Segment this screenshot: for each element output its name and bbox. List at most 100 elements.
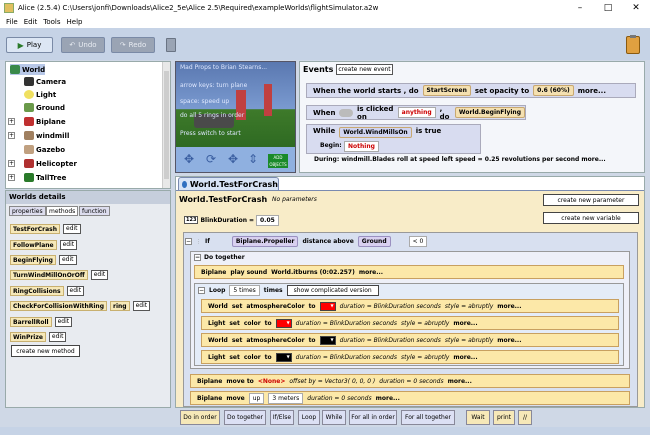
- method-item[interactable]: BeginFlying: [10, 254, 56, 265]
- for-all-in-order-button[interactable]: For all in order: [349, 410, 397, 425]
- show-complicated-button[interactable]: show complicated version: [286, 285, 379, 296]
- collapse-icon[interactable]: −: [198, 287, 205, 294]
- play-button[interactable]: ▶ Play: [6, 37, 53, 53]
- event-nothing[interactable]: Nothing: [344, 141, 379, 152]
- more-button[interactable]: more...: [578, 87, 606, 95]
- method-item[interactable]: FollowPlane: [10, 239, 57, 250]
- event-clicked[interactable]: When is clicked on anything , do World.B…: [306, 105, 526, 121]
- more-button[interactable]: more...: [453, 320, 477, 327]
- method-item[interactable]: CheckForCollisionWithRing: [10, 300, 108, 311]
- tree-item-light[interactable]: Light: [24, 89, 56, 100]
- tree-item-biplane[interactable]: Biplane: [24, 116, 66, 127]
- for-all-together-button[interactable]: For all together: [401, 410, 455, 425]
- menu-help[interactable]: Help: [67, 18, 83, 26]
- do-in-order-button[interactable]: Do in order: [180, 410, 220, 425]
- more-button[interactable]: more...: [359, 269, 383, 276]
- create-new-variable-button[interactable]: create new variable: [543, 212, 639, 224]
- event-world-starts[interactable]: When the world starts , do StartScreen s…: [306, 83, 636, 98]
- event-condition[interactable]: World.WindMillsOn: [339, 127, 412, 138]
- wait-button[interactable]: Wait: [466, 410, 490, 425]
- tree-item-ground[interactable]: Ground: [24, 102, 65, 113]
- menu-tools[interactable]: Tools: [43, 18, 60, 26]
- method-item[interactable]: TestForCrash: [10, 223, 60, 234]
- drag-handle-icon[interactable]: ⋮: [196, 239, 201, 245]
- tree-item-camera[interactable]: Camera: [24, 76, 66, 87]
- tree-item-gazebo[interactable]: Gazebo: [24, 144, 65, 155]
- clipboard-icon[interactable]: [626, 35, 640, 54]
- comment-button[interactable]: //: [518, 410, 532, 425]
- tree-scrollbar[interactable]: [162, 62, 170, 188]
- collapse-icon[interactable]: −: [185, 238, 192, 245]
- loop-block[interactable]: − Loop 5 times times show complicated ve…: [194, 283, 624, 366]
- do-together-button[interactable]: Do together: [224, 410, 266, 425]
- variable-row[interactable]: 123 BlinkDuration = 0.05: [184, 214, 279, 226]
- expand-icon[interactable]: +: [8, 118, 15, 125]
- tree-item-world[interactable]: World: [10, 64, 46, 75]
- close-button[interactable]: ✕: [622, 0, 650, 16]
- world-view[interactable]: Mad Props to Brian Stearns... arrow keys…: [175, 61, 296, 173]
- set-command[interactable]: World set atmosphereColor to duration = …: [201, 299, 619, 313]
- undo-button[interactable]: ↶ Undo: [61, 37, 105, 53]
- color-swatch[interactable]: [275, 318, 292, 328]
- method-item[interactable]: TurnWindMillOnOrOff: [10, 269, 88, 280]
- if-block[interactable]: − ⋮ If Biplane.Propeller distance above …: [183, 232, 638, 407]
- minimize-button[interactable]: –: [566, 0, 594, 16]
- event-value[interactable]: 0.6 (60%): [533, 85, 574, 96]
- edit-button[interactable]: edit: [48, 331, 67, 342]
- do-together-block[interactable]: − Do together Biplane play sound World.i…: [190, 251, 630, 369]
- edit-button[interactable]: edit: [54, 316, 73, 327]
- create-new-parameter-button[interactable]: create new parameter: [543, 194, 639, 206]
- more-button[interactable]: more...: [376, 395, 400, 402]
- play-sound-command[interactable]: Biplane play sound World.itburns (0:02.2…: [194, 265, 624, 279]
- event-what[interactable]: anything: [397, 107, 436, 118]
- more-button[interactable]: more...: [497, 303, 521, 310]
- loop-count[interactable]: 5 times: [229, 285, 260, 296]
- more-button[interactable]: more...: [453, 354, 477, 361]
- turn-arrows-icon[interactable]: ⟳: [206, 153, 220, 165]
- color-swatch[interactable]: [319, 335, 336, 345]
- event-method[interactable]: World.BeginFlying: [454, 107, 525, 118]
- tree-item-talltree[interactable]: TallTree: [24, 172, 66, 183]
- tree-item-helicopter[interactable]: Helicopter: [24, 158, 77, 169]
- event-while[interactable]: While World.WindMillsOn is true: [306, 124, 481, 154]
- move-arrows-icon[interactable]: ✥: [184, 153, 198, 165]
- method-item[interactable]: RingCollisions: [10, 285, 64, 296]
- more-button[interactable]: more...: [497, 337, 521, 344]
- set-command[interactable]: Light set color to duration = BlinkDurat…: [201, 350, 619, 364]
- edit-button[interactable]: edit: [66, 285, 85, 296]
- if-argument[interactable]: Ground: [357, 236, 391, 247]
- tab-properties[interactable]: properties: [9, 206, 46, 216]
- move-to-command[interactable]: Biplane move to <None> offset by = Vecto…: [190, 374, 630, 388]
- while-button[interactable]: While: [322, 410, 346, 425]
- edit-button[interactable]: edit: [59, 239, 78, 250]
- event-target[interactable]: StartScreen: [422, 85, 471, 96]
- color-swatch[interactable]: [275, 352, 292, 362]
- tab-functions[interactable]: function: [79, 206, 110, 216]
- tilt-arrows-icon[interactable]: ✥: [228, 153, 242, 165]
- method-item[interactable]: BarrellRoll: [10, 316, 52, 327]
- if-operator[interactable]: < 0: [408, 236, 428, 247]
- edit-button[interactable]: edit: [90, 269, 109, 280]
- create-new-event-button[interactable]: create new event: [336, 64, 393, 75]
- redo-button[interactable]: ↷ Redo: [111, 37, 155, 53]
- method-item[interactable]: WinPrize: [10, 331, 46, 342]
- if-object[interactable]: Biplane.Propeller: [231, 236, 299, 247]
- tab-methods[interactable]: methods: [46, 206, 79, 216]
- edit-button[interactable]: edit: [63, 223, 81, 234]
- maximize-button[interactable]: □: [594, 0, 622, 16]
- print-button[interactable]: print: [493, 410, 515, 425]
- edit-button[interactable]: edit: [132, 300, 151, 311]
- move-up-command[interactable]: Biplane move up 3 meters duration = 0 se…: [190, 391, 630, 405]
- color-swatch[interactable]: [319, 301, 336, 311]
- add-objects-button[interactable]: ADD OBJECTS: [268, 154, 288, 168]
- set-command[interactable]: Light set color to duration = BlinkDurat…: [201, 316, 619, 330]
- variable-value[interactable]: 0.05: [256, 214, 279, 226]
- trash-icon[interactable]: [166, 38, 176, 52]
- menu-edit[interactable]: Edit: [24, 18, 38, 26]
- set-command[interactable]: World set atmosphereColor to duration = …: [201, 333, 619, 347]
- collapse-icon[interactable]: −: [194, 254, 201, 261]
- edit-button[interactable]: edit: [58, 254, 77, 265]
- more-button[interactable]: more...: [448, 378, 472, 385]
- menu-file[interactable]: File: [6, 18, 18, 26]
- event-during[interactable]: During: windmill.Blades roll at speed le…: [314, 156, 606, 163]
